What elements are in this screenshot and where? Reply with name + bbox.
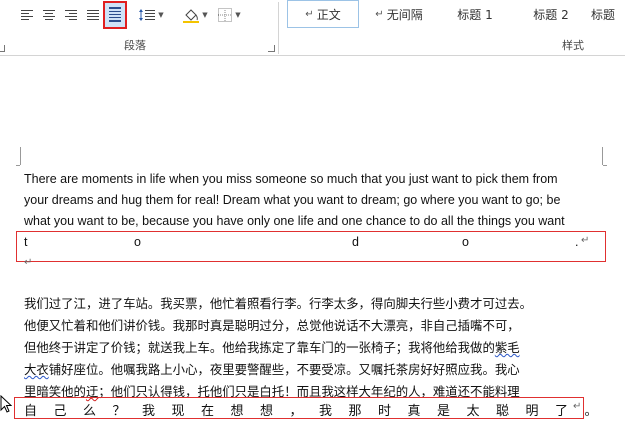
style-label: 标题 1 [457,7,493,22]
grammar-flag[interactable]: 紫毛 [495,340,520,355]
borders-button[interactable]: ▼ [214,4,244,26]
align-left-icon [21,10,33,20]
paragraph-mark-icon: ↵ [305,8,314,20]
paragraph-mark-icon: ↵ [24,257,33,268]
styles-group: ↵ 正文 ↵ 无间隔 标题 1 标题 2 标题 样式 [279,0,625,56]
align-left-button[interactable] [18,4,36,26]
style-label: 标题 2 [533,7,569,22]
ribbon: ▼ ▼ ▼ 段落 ↵ 正文 ↵ 无间隔 标题 1 标题 2 标题 样式 [0,0,625,56]
style-label: 无间隔 [386,7,423,22]
highlight-box [16,231,606,262]
text-line: 我们过了江，进了车站。我买票，他忙着照看行李。行李太多，得向脚夫行些小费才可过去… [24,296,533,311]
chevron-down-icon: ▼ [202,11,208,19]
paragraph-dialog-launcher-icon[interactable] [268,45,275,52]
style-heading-1[interactable]: 标题 1 [439,0,511,28]
text-line: your dreams and hug them for real! Dream… [24,193,561,207]
chevron-down-icon: ▼ [235,11,241,19]
chevron-down-icon: ▼ [158,11,164,19]
borders-icon [218,8,233,22]
align-center-button[interactable] [40,4,58,26]
shading-button[interactable]: ▼ [180,4,210,26]
style-title[interactable]: 标题 [591,0,625,28]
text-line: 自己么？我现在想想，我那时真是太聪明了。 [24,404,615,419]
crop-mark [603,165,607,166]
crop-mark [20,147,21,165]
text-line: There are moments in life when you miss … [24,172,558,186]
grammar-flag[interactable]: 大衣 [24,362,49,377]
paragraph-group: ▼ ▼ ▼ 段落 [0,0,278,56]
spread-char: o [134,235,141,249]
styles-group-label: 样式 [562,39,584,52]
style-label: 标题 [591,7,616,22]
text-line: 但他终于讲定了价钱；就送我上车。他给我拣定了靠车门的一张椅子；我将他给我做的紫毛 [24,338,520,356]
justify-button[interactable] [84,4,102,26]
crop-mark [16,165,20,166]
text-line: 他便又忙着和他们讲价钱。我那时真是聪明过分，总觉他说话不大漂亮，非自己插嘴不可， [24,318,520,333]
line-spacing-button[interactable]: ▼ [137,4,165,26]
paragraph-mark-icon: ↵ [573,401,582,412]
document-page[interactable]: There are moments in life when you miss … [0,57,625,442]
style-normal[interactable]: ↵ 正文 [287,0,359,28]
text-segment: 但他终于讲定了价钱；就送我上车。他给我拣定了靠车门的一张椅子；我将他给我做的 [24,340,495,355]
left-group-launcher-icon[interactable] [0,45,5,52]
text-line: what you want to be, because you have on… [24,214,565,228]
paragraph-group-label: 段落 [124,39,146,52]
paragraph-mark-icon: ↵ [375,8,384,20]
spread-char: d [352,235,359,249]
distributed-align-icon [109,7,121,22]
style-no-spacing[interactable]: ↵ 无间隔 [363,0,435,28]
spread-char: t [24,235,28,249]
spread-char: . [575,235,579,249]
line-spacing-icon [139,9,156,21]
mouse-cursor-icon [0,395,12,413]
align-right-button[interactable] [62,4,80,26]
align-right-icon [65,10,77,20]
crop-mark [602,147,603,165]
text-segment: 铺好座位。他嘱我路上小心，夜里要警醒些，不要受凉。又嘱托茶房好好照应我。我心 [48,362,520,377]
style-label: 正文 [316,7,341,22]
justify-icon [87,10,99,20]
style-heading-2[interactable]: 标题 2 [515,0,587,28]
shading-icon [183,9,200,23]
align-center-icon [43,10,55,20]
spread-char: o [462,235,469,249]
distributed-align-button[interactable] [103,1,127,29]
text-line: 大衣铺好座位。他嘱我路上小心，夜里要警醒些，不要受凉。又嘱托茶房好好照应我。我心 [24,360,520,378]
paragraph-mark-icon: ↵ [581,235,590,246]
